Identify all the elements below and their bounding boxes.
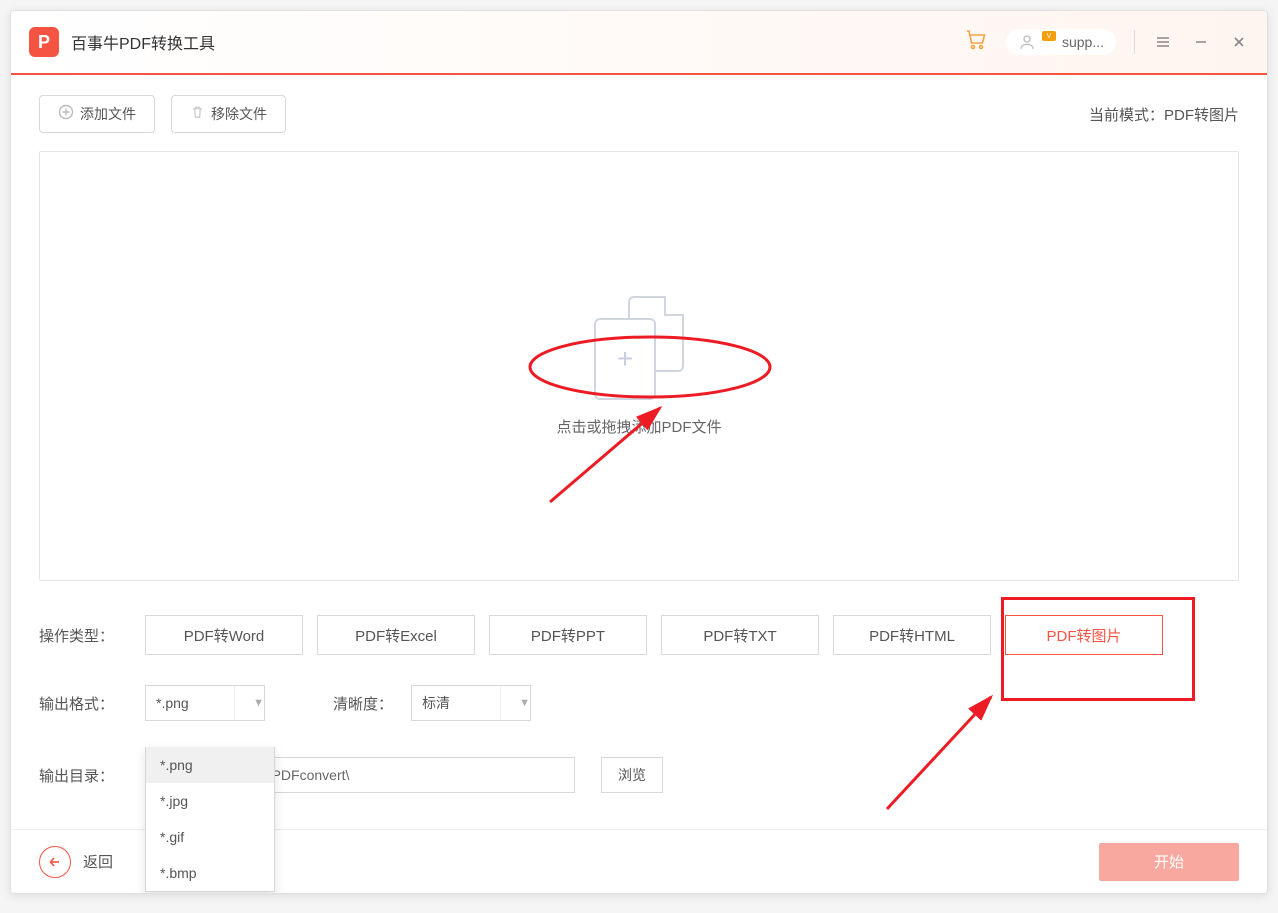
divider — [1134, 30, 1135, 54]
dropzone[interactable]: + 点击或拖拽添加PDF文件 — [39, 151, 1239, 581]
file-add-icon: + — [594, 296, 684, 396]
toolbar: 添加文件 移除文件 当前模式：PDF转图片 — [39, 95, 1239, 133]
titlebar-right: V supp... — [964, 27, 1249, 57]
format-option-jpg[interactable]: *.jpg — [146, 783, 274, 819]
op-pdf-to-image[interactable]: PDF转图片 — [1005, 615, 1163, 655]
app-window: P 百事牛PDF转换工具 V supp... — [10, 10, 1268, 894]
user-icon — [1018, 33, 1036, 51]
clarity-label: 清晰度： — [333, 693, 393, 714]
content: 添加文件 移除文件 当前模式：PDF转图片 + 点击或拖拽添加PDF文件 — [11, 75, 1267, 813]
back-label: 返回 — [83, 851, 113, 872]
user-label: supp... — [1062, 34, 1104, 50]
remove-file-button[interactable]: 移除文件 — [171, 95, 286, 133]
add-file-label: 添加文件 — [80, 104, 136, 124]
format-option-png[interactable]: *.png — [146, 747, 274, 783]
outdir-label: 输出目录： — [39, 765, 131, 786]
arrow-left-icon — [39, 846, 71, 878]
plus-circle-icon — [58, 104, 74, 124]
format-option-bmp[interactable]: *.bmp — [146, 855, 274, 891]
minimize-button[interactable] — [1191, 32, 1211, 52]
app-logo-icon: P — [29, 27, 59, 57]
op-pdf-to-ppt[interactable]: PDF转PPT — [489, 615, 647, 655]
dropzone-text: 点击或拖拽添加PDF文件 — [556, 416, 721, 437]
close-button[interactable] — [1229, 32, 1249, 52]
clarity-select[interactable]: 标清 ▼ — [411, 685, 531, 721]
op-pdf-to-html[interactable]: PDF转HTML — [833, 615, 991, 655]
add-file-button[interactable]: 添加文件 — [39, 95, 155, 133]
operation-label: 操作类型： — [39, 625, 131, 646]
current-mode-label: 当前模式：PDF转图片 — [1089, 104, 1239, 125]
cart-icon[interactable] — [964, 27, 988, 57]
format-dropdown: *.png *.jpg *.gif *.bmp — [145, 747, 275, 892]
remove-file-label: 移除文件 — [211, 104, 267, 124]
start-button[interactable]: 开始 — [1099, 843, 1239, 881]
user-account[interactable]: V supp... — [1006, 29, 1116, 55]
op-pdf-to-word[interactable]: PDF转Word — [145, 615, 303, 655]
vip-badge-icon: V — [1042, 31, 1056, 41]
trash-icon — [190, 105, 205, 124]
titlebar: P 百事牛PDF转换工具 V supp... — [11, 11, 1267, 75]
op-pdf-to-excel[interactable]: PDF转Excel — [317, 615, 475, 655]
format-option-gif[interactable]: *.gif — [146, 819, 274, 855]
format-label: 输出格式： — [39, 693, 131, 714]
operation-row: 操作类型： PDF转Word PDF转Excel PDF转PPT PDF转TXT… — [39, 615, 1239, 655]
op-pdf-to-txt[interactable]: PDF转TXT — [661, 615, 819, 655]
format-row: 输出格式： *.png ▼ 清晰度： 标清 ▼ — [39, 685, 1239, 721]
format-selected-value: *.png — [156, 695, 189, 711]
browse-button[interactable]: 浏览 — [601, 757, 663, 793]
chevron-down-icon: ▼ — [500, 686, 530, 720]
chevron-down-icon: ▼ — [234, 686, 264, 720]
app-title: 百事牛PDF转换工具 — [71, 30, 964, 54]
format-select[interactable]: *.png ▼ — [145, 685, 265, 721]
back-button[interactable]: 返回 — [39, 846, 113, 878]
menu-icon[interactable] — [1153, 32, 1173, 52]
clarity-selected-value: 标清 — [422, 693, 450, 713]
